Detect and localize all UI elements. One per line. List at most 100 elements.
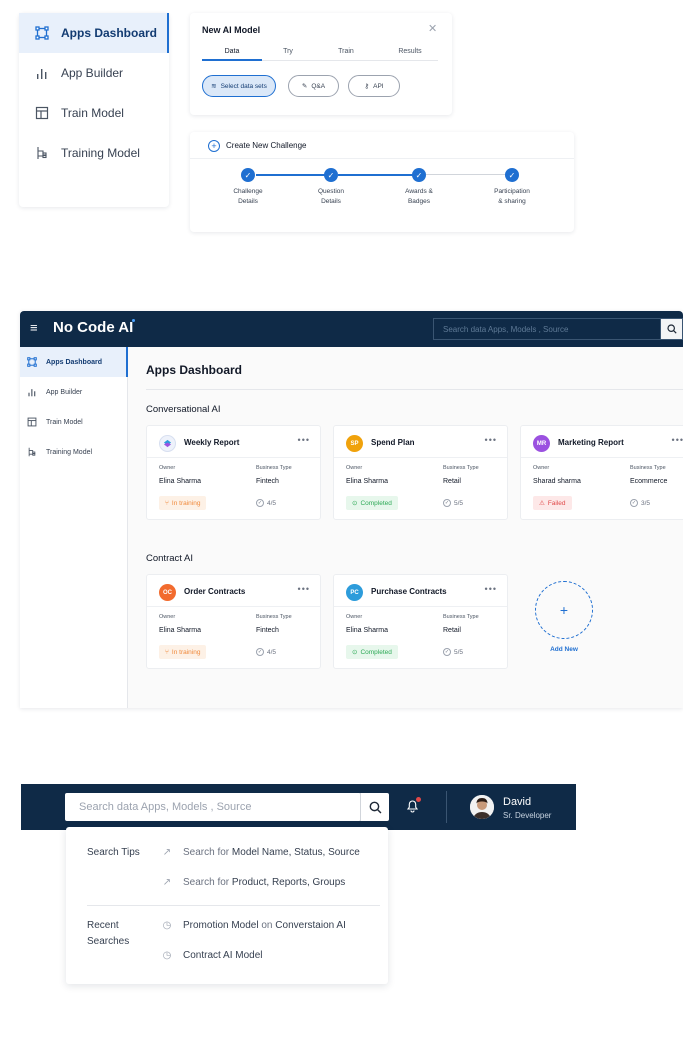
notification-dot — [416, 797, 421, 802]
branch-icon — [27, 447, 37, 457]
search-tip-item[interactable]: ↗ Search for Product, Reports, Groups — [161, 877, 346, 888]
status-text: Failed — [547, 499, 566, 507]
brand-accent-dot — [132, 319, 135, 322]
search-input[interactable]: Search data Apps, Models , Source — [65, 793, 361, 821]
qa-button[interactable]: ✎ Q&A — [288, 75, 339, 97]
add-new-label[interactable]: Add New — [529, 646, 599, 653]
bar-chart-icon — [27, 387, 37, 397]
status-badge: ⑂ In training — [159, 645, 207, 659]
step-connector — [338, 174, 414, 176]
owner-value: Elina Sharma — [346, 478, 389, 485]
sidebar-item-train-model[interactable]: Train Model — [19, 93, 169, 133]
app-logo-icon — [159, 435, 176, 452]
more-options-icon[interactable]: ••• — [485, 584, 497, 594]
owner-value: Elina Sharma — [159, 627, 202, 634]
owner-label: Owner — [159, 614, 176, 620]
recent-search-item[interactable]: ◷ Promotion Model on Converstaion AI — [161, 920, 346, 931]
step-label-challenge-details: Challenge Details — [233, 188, 263, 205]
avatar[interactable] — [470, 795, 494, 819]
search-icon[interactable] — [360, 793, 389, 821]
check-icon: ✓ — [324, 168, 338, 182]
app-avatar: OC — [159, 584, 176, 601]
more-options-icon[interactable]: ••• — [298, 435, 310, 445]
api-button[interactable]: ⚷ API — [348, 75, 400, 97]
page-title: Apps Dashboard — [146, 363, 243, 377]
recent-searches-heading: Recent Searches — [87, 920, 130, 947]
layout-icon — [27, 417, 37, 427]
plus-circle-icon[interactable]: + — [208, 140, 220, 152]
divider — [446, 791, 447, 823]
owner-label: Owner — [346, 465, 363, 471]
app-name: Spend Plan — [371, 438, 415, 447]
step-label-awards-badges: Awards & Badges — [405, 188, 433, 205]
brand-logo: No Code AI — [53, 319, 134, 336]
more-options-icon[interactable]: ••• — [298, 584, 310, 594]
card-title: New AI Model — [202, 25, 261, 35]
button-label: Q&A — [311, 82, 326, 90]
check-circle-icon: ✓ — [443, 648, 451, 656]
create-challenge-card: + Create New Challenge ✓ ✓ ✓ ✓ Challenge… — [190, 132, 574, 232]
hamburger-icon[interactable]: ≡ — [30, 320, 38, 335]
recent-search-item[interactable]: ◷ Contract AI Model — [161, 950, 263, 961]
business-type-label: Business Type — [443, 614, 479, 620]
search-icon[interactable] — [660, 318, 683, 340]
business-type-value: Ecommerce — [630, 478, 668, 485]
more-options-icon[interactable]: ••• — [672, 435, 683, 445]
add-new-button[interactable]: + — [535, 581, 593, 639]
check-circle-icon: ✓ — [256, 648, 264, 656]
app-card-weekly-report[interactable]: Weekly Report ••• Owner Business Type El… — [146, 425, 321, 520]
owner-value: Elina Sharma — [346, 627, 389, 634]
status-text: In training — [171, 499, 201, 507]
key-icon: ⚷ — [364, 83, 370, 90]
sidebar-item-training-model[interactable]: Training Model — [20, 437, 128, 467]
search-tip-item[interactable]: ↗ Search for Model Name, Status, Source — [161, 847, 360, 858]
warning-icon: ⚠ — [539, 500, 545, 507]
app-card-spend-plan[interactable]: SP Spend Plan ••• Owner Business Type El… — [333, 425, 508, 520]
sidebar-item-apps-dashboard[interactable]: Apps Dashboard — [20, 347, 128, 377]
arrow-up-right-icon: ↗ — [162, 877, 172, 888]
sidebar-item-app-builder[interactable]: App Builder — [19, 53, 169, 93]
tab-try[interactable]: Try — [258, 48, 318, 55]
tab-results[interactable]: Results — [380, 48, 440, 55]
section-title-conversational-ai: Conversational AI — [146, 404, 221, 415]
step-connector — [256, 174, 332, 176]
score-value: 3/5 — [641, 499, 651, 507]
user-name[interactable]: David — [503, 796, 531, 808]
check-icon: ✓ — [505, 168, 519, 182]
sidebar-item-training-model[interactable]: Training Model — [19, 133, 169, 173]
check-icon: ✓ — [241, 168, 255, 182]
tab-train[interactable]: Train — [316, 48, 376, 55]
status-text: In training — [171, 648, 201, 656]
status-text: Completed — [360, 648, 392, 656]
app-card-purchase-contracts[interactable]: PC Purchase Contracts ••• Owner Business… — [333, 574, 508, 669]
owner-label: Owner — [159, 465, 176, 471]
status-badge: ⊙ Completed — [346, 645, 398, 659]
divider — [334, 606, 507, 607]
sidebar-item-label: App Builder — [46, 388, 83, 396]
app-card-marketing-report[interactable]: MR Marketing Report ••• Owner Business T… — [520, 425, 683, 520]
sidebar-item-apps-dashboard[interactable]: Apps Dashboard — [19, 13, 169, 53]
app-avatar: SP — [346, 435, 363, 452]
close-icon[interactable]: ✕ — [428, 22, 437, 35]
app-name: Purchase Contracts — [371, 587, 447, 596]
score-value: 5/5 — [454, 499, 464, 507]
sidebar-item-label: Apps Dashboard — [61, 26, 158, 40]
status-text: Completed — [360, 499, 392, 507]
app-avatar: PC — [346, 584, 363, 601]
divider — [146, 389, 683, 390]
select-data-sets-button[interactable]: ≋ Select data sets — [202, 75, 276, 97]
sidebar-item-label: Training Model — [46, 448, 93, 456]
sidebar-item-train-model[interactable]: Train Model — [20, 407, 128, 437]
search-input[interactable]: Search data Apps, Models , Source — [433, 318, 663, 340]
arrow-up-right-icon: ↗ — [162, 847, 172, 858]
tab-data[interactable]: Data — [202, 48, 262, 55]
score: ✓ 4/5 — [256, 499, 276, 507]
divider — [87, 905, 380, 906]
divider — [334, 457, 507, 458]
more-options-icon[interactable]: ••• — [485, 435, 497, 445]
branch-icon: ⑂ — [165, 499, 169, 507]
business-type-label: Business Type — [443, 465, 479, 471]
app-card-order-contracts[interactable]: OC Order Contracts ••• Owner Business Ty… — [146, 574, 321, 669]
score: ✓ 5/5 — [443, 499, 463, 507]
sidebar-item-app-builder[interactable]: App Builder — [20, 377, 128, 407]
